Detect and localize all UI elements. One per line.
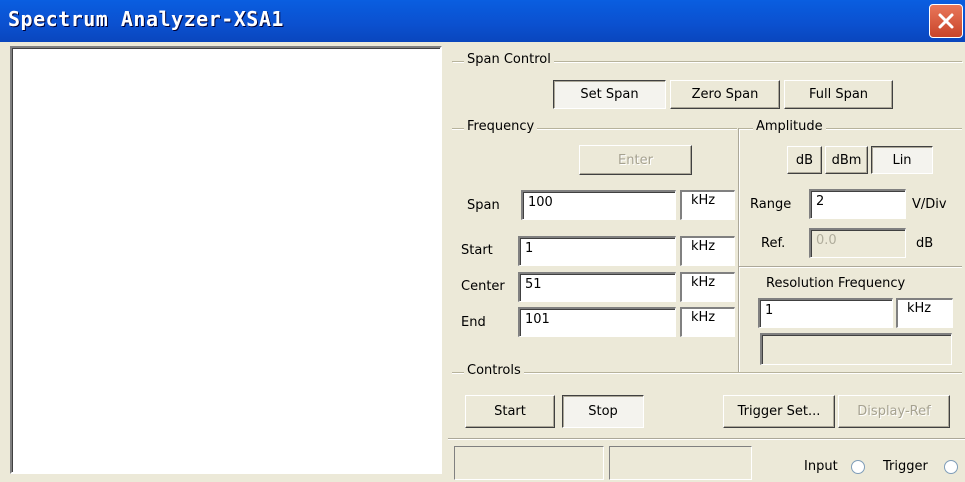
display-ref-button[interactable]: Display-Ref (838, 395, 950, 428)
close-icon (938, 13, 954, 29)
start-label: Start (461, 243, 493, 258)
resolution-label: Resolution Frequency (766, 276, 906, 291)
trigger-label: Trigger (883, 459, 928, 474)
range-unit: V/Div (912, 197, 947, 212)
controls-legend: Controls (464, 363, 524, 378)
center-unit[interactable]: kHz (680, 272, 735, 302)
zero-span-button[interactable]: Zero Span (670, 80, 780, 109)
status-panel-2 (609, 446, 752, 480)
trigger-set-button[interactable]: Trigger Set... (723, 395, 835, 428)
window-title: Spectrum Analyzer-XSA1 (8, 7, 284, 31)
start-button[interactable]: Start (465, 395, 555, 428)
start-input[interactable]: 1 (518, 236, 676, 266)
resolution-unit[interactable]: kHz (896, 298, 953, 328)
resolution-input[interactable]: 1 (758, 298, 893, 328)
span-unit[interactable]: kHz (680, 190, 735, 220)
ref-unit: dB (916, 236, 934, 251)
end-input[interactable]: 101 (518, 307, 676, 337)
close-button[interactable] (929, 4, 963, 38)
dbm-button[interactable]: dBm (825, 146, 868, 174)
center-label: Center (461, 279, 505, 294)
input-radio[interactable] (851, 460, 865, 474)
end-label: End (461, 315, 486, 330)
end-unit[interactable]: kHz (680, 307, 735, 337)
input-label: Input (804, 459, 838, 474)
resolution-readout (760, 333, 952, 365)
frequency-legend: Frequency (464, 119, 538, 134)
amplitude-legend: Amplitude (753, 119, 826, 134)
enter-button[interactable]: Enter (579, 145, 692, 175)
full-span-button[interactable]: Full Span (784, 80, 893, 109)
span-input[interactable]: 100 (521, 190, 676, 220)
controls-line (452, 372, 962, 373)
resolution-separator (739, 266, 962, 267)
spectrum-display[interactable] (10, 46, 442, 474)
group-divider (738, 128, 739, 374)
center-input[interactable]: 51 (518, 272, 676, 302)
status-panel-1 (454, 446, 604, 480)
db-button[interactable]: dB (787, 146, 822, 174)
range-label: Range (750, 197, 792, 212)
stop-button[interactable]: Stop (562, 395, 644, 428)
trigger-radio[interactable] (944, 460, 958, 474)
lin-button[interactable]: Lin (871, 146, 933, 174)
span-control-legend: Span Control (464, 52, 554, 67)
status-separator (448, 438, 965, 439)
start-unit[interactable]: kHz (680, 236, 735, 266)
span-label: Span (467, 198, 500, 213)
range-input[interactable]: 2 (809, 189, 906, 219)
ref-input[interactable]: 0.0 (809, 228, 906, 258)
ref-label: Ref. (761, 236, 786, 251)
set-span-button[interactable]: Set Span (553, 80, 666, 109)
